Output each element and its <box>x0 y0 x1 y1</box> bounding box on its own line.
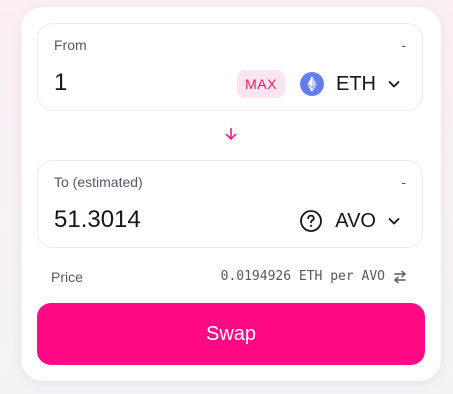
arrow-down-icon[interactable] <box>221 124 241 144</box>
to-balance: - <box>401 174 406 190</box>
from-balance: - <box>401 37 406 53</box>
to-label: To (estimated) <box>54 174 143 190</box>
to-token-selector[interactable]: AVO <box>299 207 400 235</box>
chevron-down-icon <box>388 78 400 90</box>
from-label: From <box>54 37 87 53</box>
question-circle-icon <box>299 209 323 233</box>
swap-horizontal-icon[interactable] <box>391 268 409 286</box>
to-amount-input[interactable] <box>54 203 214 237</box>
to-token-symbol: AVO <box>335 209 376 232</box>
to-panel: To (estimated) - AVO <box>37 160 423 248</box>
swap-button[interactable]: Swap <box>37 303 425 365</box>
price-label: Price <box>51 269 83 285</box>
from-amount-input[interactable] <box>54 66 214 100</box>
from-token-selector[interactable]: ETH <box>300 70 400 98</box>
price-row: Price 0.0194926 ETH per AVO <box>37 267 423 287</box>
swap-card: From - MAX ETH <box>21 7 441 381</box>
ethereum-icon <box>300 72 324 96</box>
max-button[interactable]: MAX <box>237 70 285 98</box>
from-token-symbol: ETH <box>336 72 376 95</box>
from-panel: From - MAX ETH <box>37 23 423 111</box>
price-value: 0.0194926 ETH per AVO <box>220 269 385 284</box>
chevron-down-icon <box>388 215 400 227</box>
